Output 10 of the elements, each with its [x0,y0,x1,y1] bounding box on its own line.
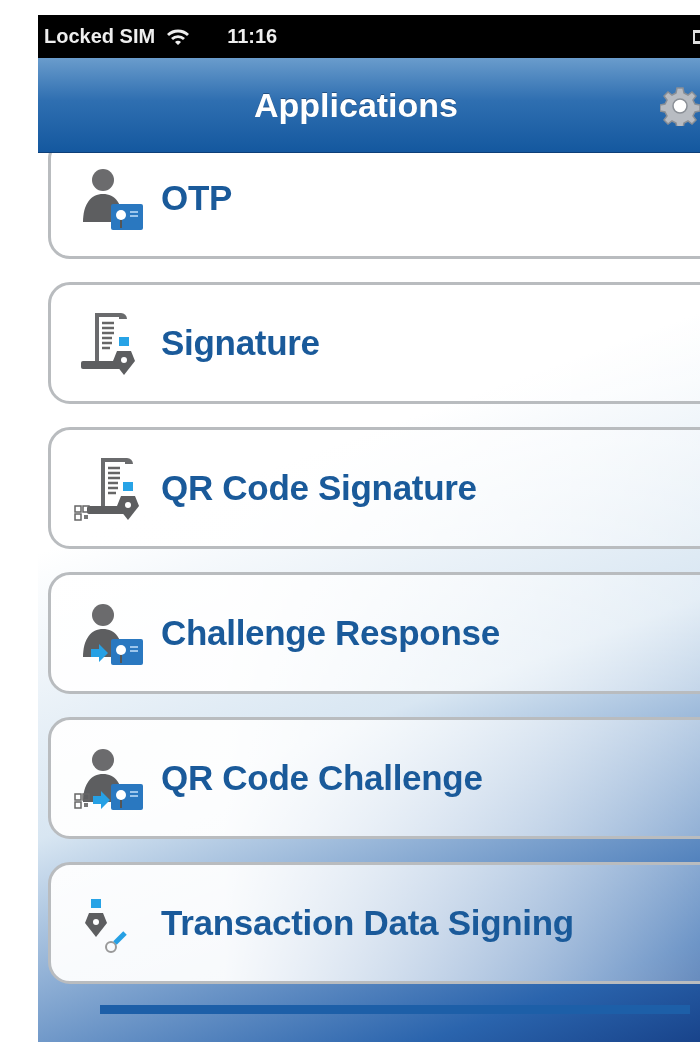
carrier-text: Locked SIM [44,25,156,48]
application-item[interactable]: OTP [48,153,700,259]
screen-title: Applications [254,85,459,125]
application-item[interactable]: Transaction Data Signing [48,862,700,984]
application-item[interactable]: QR Code Challenge [48,717,700,839]
settings-icon[interactable] [660,86,700,126]
application-item[interactable]: QR Code Signature [48,427,700,549]
clock-text: 11:16 [227,25,278,48]
application-item[interactable]: Challenge Response [48,572,700,694]
application-item[interactable]: Signature [48,282,700,404]
